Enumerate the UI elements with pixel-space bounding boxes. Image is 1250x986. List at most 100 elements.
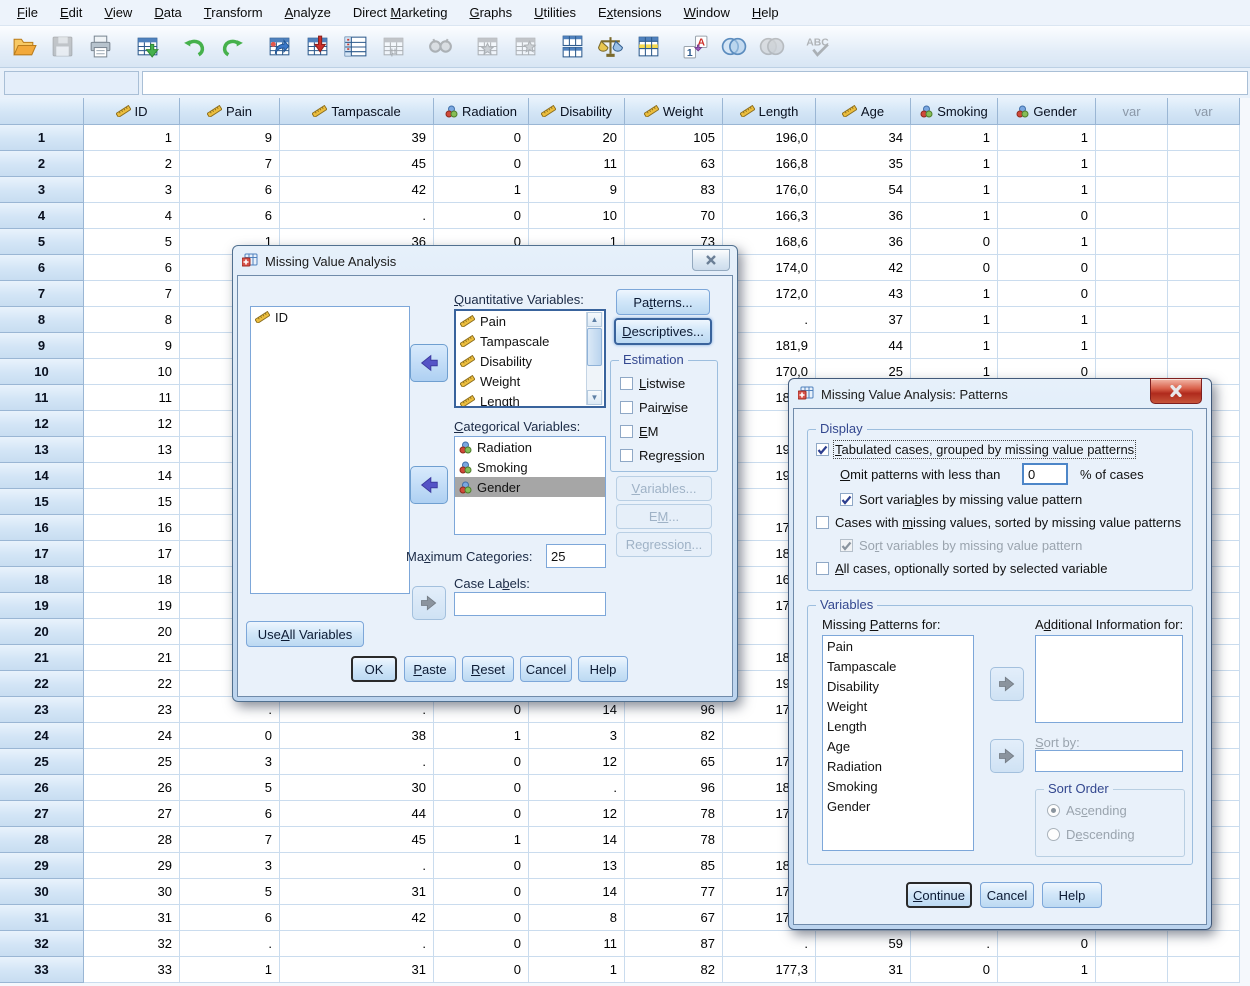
cell[interactable]: 34: [816, 125, 911, 151]
row-header-29[interactable]: 29: [0, 853, 84, 879]
cell[interactable]: 54: [816, 177, 911, 203]
goto-case-icon[interactable]: [260, 29, 298, 65]
row-header-14[interactable]: 14: [0, 463, 84, 489]
list-item-radiation[interactable]: Radiation: [823, 756, 973, 776]
cell[interactable]: 96: [625, 775, 723, 801]
patterns-button[interactable]: Patterns...: [616, 289, 710, 315]
cell[interactable]: 82: [625, 957, 723, 983]
descending-radio[interactable]: Descending: [1047, 827, 1135, 842]
cell[interactable]: 0: [998, 931, 1096, 957]
cell[interactable]: 36: [816, 203, 911, 229]
column-header-length[interactable]: Length: [723, 98, 816, 125]
row-header-31[interactable]: 31: [0, 905, 84, 931]
use-all-variables-button[interactable]: Use All Variables: [246, 621, 364, 647]
cell[interactable]: .: [280, 853, 434, 879]
cell[interactable]: 5: [180, 879, 280, 905]
row-header-1[interactable]: 1: [0, 125, 84, 151]
cell[interactable]: 14: [84, 463, 180, 489]
cell[interactable]: [1096, 281, 1168, 307]
cell[interactable]: 77: [625, 879, 723, 905]
cell[interactable]: 65: [625, 749, 723, 775]
cell[interactable]: 35: [816, 151, 911, 177]
cell[interactable]: 42: [816, 255, 911, 281]
move-quantitative-button[interactable]: [410, 344, 448, 382]
continue-button[interactable]: Continue: [906, 882, 972, 908]
row-header-24[interactable]: 24: [0, 723, 84, 749]
column-header-smoking[interactable]: Smoking: [911, 98, 998, 125]
cell[interactable]: 3: [529, 723, 625, 749]
cell[interactable]: 31: [816, 957, 911, 983]
move-additional-info-button[interactable]: [990, 667, 1024, 701]
menu-data[interactable]: Data: [143, 2, 192, 23]
cell[interactable]: [1168, 307, 1240, 333]
cell[interactable]: 0: [911, 957, 998, 983]
row-header-2[interactable]: 2: [0, 151, 84, 177]
cell[interactable]: 5: [84, 229, 180, 255]
cell[interactable]: 9: [84, 333, 180, 359]
cell[interactable]: [1168, 177, 1240, 203]
missing-patterns-list[interactable]: PainTampascaleDisabilityWeightLengthAgeR…: [822, 635, 974, 851]
additional-information-list[interactable]: [1035, 635, 1183, 723]
cell[interactable]: 21: [84, 645, 180, 671]
cell[interactable]: .: [529, 775, 625, 801]
cell[interactable]: 0: [180, 723, 280, 749]
list-item-tampascale[interactable]: Tampascale: [456, 331, 604, 351]
cell[interactable]: 0: [434, 203, 529, 229]
cell[interactable]: 3: [180, 749, 280, 775]
reset-button[interactable]: Reset: [462, 656, 514, 682]
select-cases-icon[interactable]: [629, 29, 667, 65]
cell[interactable]: 176,0: [723, 177, 816, 203]
cell[interactable]: 12: [84, 411, 180, 437]
cell[interactable]: 12: [529, 749, 625, 775]
cell[interactable]: 27: [84, 801, 180, 827]
row-header-4[interactable]: 4: [0, 203, 84, 229]
cell[interactable]: [1168, 255, 1240, 281]
cell[interactable]: 45: [280, 827, 434, 853]
row-header-11[interactable]: 11: [0, 385, 84, 411]
cell[interactable]: 18: [84, 567, 180, 593]
row-header-23[interactable]: 23: [0, 697, 84, 723]
case-labels-input[interactable]: [454, 592, 606, 616]
cell[interactable]: 1: [911, 151, 998, 177]
menu-extensions[interactable]: Extensions: [587, 2, 673, 23]
cell[interactable]: 1: [911, 333, 998, 359]
print-icon[interactable]: [81, 29, 119, 65]
cell[interactable]: 6: [180, 203, 280, 229]
menu-utilities[interactable]: Utilities: [523, 2, 587, 23]
cell[interactable]: 83: [625, 177, 723, 203]
help-button[interactable]: Help: [1042, 882, 1102, 908]
row-header-26[interactable]: 26: [0, 775, 84, 801]
cell[interactable]: 1: [998, 307, 1096, 333]
column-header-weight[interactable]: Weight: [625, 98, 723, 125]
list-item-gender[interactable]: Gender: [823, 796, 973, 816]
row-header-27[interactable]: 27: [0, 801, 84, 827]
row-header-18[interactable]: 18: [0, 567, 84, 593]
cell[interactable]: 6: [180, 177, 280, 203]
cell[interactable]: [1168, 229, 1240, 255]
cell[interactable]: 78: [625, 801, 723, 827]
cell[interactable]: [1168, 957, 1240, 983]
value-labels-icon[interactable]: A1: [676, 29, 714, 65]
cell[interactable]: 0: [434, 931, 529, 957]
estimation-pairwise-checkbox[interactable]: Pairwise: [620, 400, 688, 415]
cell[interactable]: 78: [625, 827, 723, 853]
cell[interactable]: 42: [280, 177, 434, 203]
column-header-gender[interactable]: Gender: [998, 98, 1096, 125]
cell[interactable]: 7: [180, 151, 280, 177]
row-header-5[interactable]: 5: [0, 229, 84, 255]
tabulated-cases-checkbox[interactable]: Tabulated cases, grouped by missing valu…: [816, 442, 1134, 457]
paste-button[interactable]: Paste: [404, 656, 456, 682]
row-header-16[interactable]: 16: [0, 515, 84, 541]
cell[interactable]: 23: [84, 697, 180, 723]
cell[interactable]: 6: [180, 905, 280, 931]
list-item-radiation[interactable]: Radiation: [455, 437, 605, 457]
list-item-disability[interactable]: Disability: [823, 676, 973, 696]
list-item-smoking[interactable]: Smoking: [455, 457, 605, 477]
cell[interactable]: 25: [84, 749, 180, 775]
cell[interactable]: 1: [84, 125, 180, 151]
cell[interactable]: 0: [434, 957, 529, 983]
row-header-15[interactable]: 15: [0, 489, 84, 515]
variables-icon[interactable]: [336, 29, 374, 65]
cell[interactable]: 22: [84, 671, 180, 697]
menu-view[interactable]: View: [93, 2, 143, 23]
